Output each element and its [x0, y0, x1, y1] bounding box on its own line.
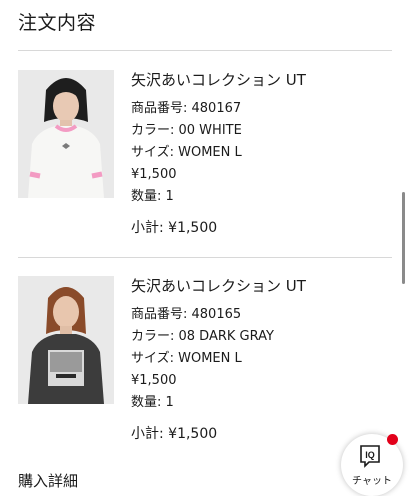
- product-number: 商品番号: 480165: [131, 307, 242, 322]
- item-color: カラー: 00 WHITE: [131, 123, 242, 138]
- product-number: 商品番号: 480167: [131, 101, 242, 116]
- svg-text:IQ: IQ: [365, 450, 375, 460]
- order-item-2: 矢沢あいコレクション UT 商品番号: 480165 カラー: 08 DARK …: [131, 276, 391, 444]
- item-price: ¥1,500: [131, 373, 177, 388]
- section-heading-purchase-details: 購入詳細: [18, 472, 79, 490]
- item-quantity: 数量: 1: [131, 395, 174, 410]
- chat-label: チャット: [352, 476, 392, 487]
- item-quantity: 数量: 1: [131, 189, 174, 204]
- item-color: カラー: 08 DARK GRAY: [131, 329, 274, 344]
- item-name[interactable]: 矢沢あいコレクション UT: [131, 70, 391, 90]
- item-size: サイズ: WOMEN L: [131, 351, 242, 366]
- iq-chat-icon: IQ: [360, 445, 380, 468]
- item-subtotal: 小計: ¥1,500: [131, 220, 218, 236]
- divider: [18, 257, 392, 258]
- item-price: ¥1,500: [131, 167, 177, 182]
- notification-badge: [387, 434, 398, 445]
- product-image-2[interactable]: [18, 276, 114, 404]
- divider: [18, 50, 392, 51]
- order-item-1: 矢沢あいコレクション UT 商品番号: 480167 カラー: 00 WHITE…: [131, 70, 391, 238]
- page-title: 注文内容: [18, 12, 97, 34]
- chat-button[interactable]: IQ チャット: [341, 434, 403, 496]
- scrollbar[interactable]: [402, 192, 405, 284]
- product-image-1[interactable]: [18, 70, 114, 198]
- item-name[interactable]: 矢沢あいコレクション UT: [131, 276, 391, 296]
- item-size: サイズ: WOMEN L: [131, 145, 242, 160]
